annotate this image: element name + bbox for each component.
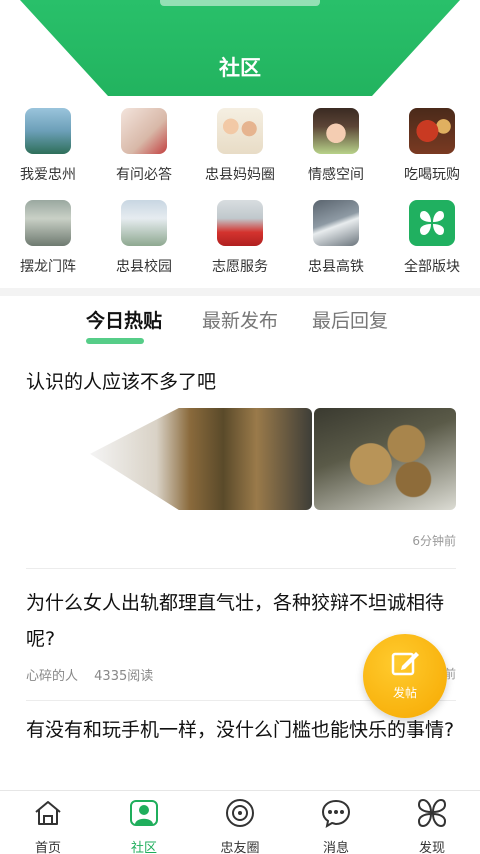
header-handle xyxy=(160,0,320,6)
category-label: 情感空间 xyxy=(308,167,364,183)
nav-label: 消息 xyxy=(322,841,349,854)
post-title[interactable]: 有没有和玩手机一样，没什么门槛也能快乐的事情? xyxy=(26,712,456,748)
edit-icon xyxy=(391,652,419,676)
nav-home[interactable]: 首页 xyxy=(0,791,96,854)
home-icon xyxy=(35,801,61,825)
nav-community[interactable]: 社区 xyxy=(96,791,192,854)
post-meta: 心碎的人 4335阅读 xyxy=(26,665,153,684)
people-photo-icon xyxy=(25,200,71,246)
discover-icon xyxy=(417,798,447,828)
category-item-woaizhongzhou[interactable]: 我爱忠州 xyxy=(0,100,96,190)
category-label: 忠县校园 xyxy=(116,259,172,275)
category-item-youwenbida[interactable]: 有问必答 xyxy=(96,100,192,190)
nav-discover[interactable]: 发现 xyxy=(384,791,480,854)
qa-photo-icon xyxy=(121,108,167,154)
category-item-chihewangou[interactable]: 吃喝玩购 xyxy=(384,100,480,190)
family-photo-icon xyxy=(217,108,263,154)
category-label: 全部版块 xyxy=(404,259,460,275)
message-icon xyxy=(321,799,351,829)
post-title[interactable]: 认识的人应该不多了吧 xyxy=(26,364,456,400)
post-tabs: 今日热贴 最新发布 最后回复 xyxy=(0,306,480,350)
category-item-all[interactable]: 全部版块 xyxy=(384,192,480,282)
nav-label: 发现 xyxy=(418,841,445,854)
category-item-qingganjian[interactable]: 情感空间 xyxy=(288,100,384,190)
tab-today-hot[interactable]: 今日热贴 xyxy=(86,306,162,333)
category-item-xiaoyuan[interactable]: 忠县校园 xyxy=(96,192,192,282)
category-item-gaotie[interactable]: 忠县高铁 xyxy=(288,192,384,282)
post-author: 心碎的人 xyxy=(26,669,79,684)
bottom-nav: 首页 社区 忠友圈 消息 发现 xyxy=(0,790,480,854)
post-image-1[interactable] xyxy=(90,408,312,510)
post-image-2[interactable] xyxy=(314,408,456,510)
post-reads: 4335阅读 xyxy=(94,669,154,684)
category-grid: 我爱忠州 有问必答 忠县妈妈圈 情感空间 吃喝玩购 摆龙门阵 忠县校园 志愿服务… xyxy=(0,100,480,288)
moments-icon xyxy=(226,799,254,827)
food-photo-icon xyxy=(409,108,455,154)
nav-label: 社区 xyxy=(130,841,157,854)
category-item-mamaquan[interactable]: 忠县妈妈圈 xyxy=(192,100,288,190)
category-item-bailongmenzhen[interactable]: 摆龙门阵 xyxy=(0,192,96,282)
girl-photo-icon xyxy=(313,108,359,154)
active-tab-underline xyxy=(86,338,144,344)
post-time: 6分钟前 xyxy=(412,534,456,548)
category-label: 有问必答 xyxy=(116,167,172,183)
category-item-zhiyuanfuwu[interactable]: 志愿服务 xyxy=(192,192,288,282)
volunteer-photo-icon xyxy=(217,200,263,246)
category-label: 忠县妈妈圈 xyxy=(205,167,275,183)
category-label: 吃喝玩购 xyxy=(404,167,460,183)
nav-moments[interactable]: 忠友圈 xyxy=(192,791,288,854)
nav-messages[interactable]: 消息 xyxy=(288,791,384,854)
city-photo-icon xyxy=(25,108,71,154)
section-divider xyxy=(0,288,480,296)
compose-post-button[interactable]: 发帖 xyxy=(363,634,447,718)
page-title: 社区 xyxy=(219,56,261,80)
category-label: 忠县高铁 xyxy=(308,259,364,275)
post-separator xyxy=(26,568,456,569)
category-label: 摆龙门阵 xyxy=(20,259,76,275)
header-bar: 社区 xyxy=(0,0,480,100)
campus-photo-icon xyxy=(121,200,167,246)
compose-label: 发帖 xyxy=(392,686,417,700)
nav-label: 忠友圈 xyxy=(220,841,260,854)
tab-last-reply[interactable]: 最后回复 xyxy=(312,306,388,333)
category-label: 志愿服务 xyxy=(212,259,268,275)
tab-latest[interactable]: 最新发布 xyxy=(202,306,278,333)
community-icon xyxy=(130,800,158,826)
nav-label: 首页 xyxy=(34,841,61,854)
category-label: 我爱忠州 xyxy=(20,167,76,183)
all-sections-icon xyxy=(409,200,455,246)
train-photo-icon xyxy=(313,200,359,246)
